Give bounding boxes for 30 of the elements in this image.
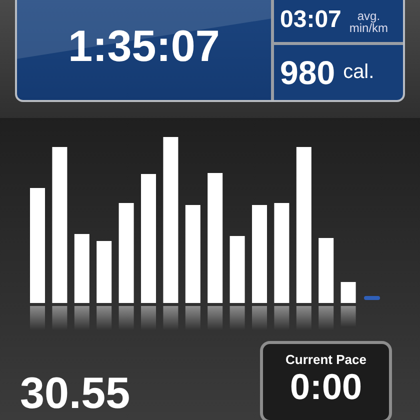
bar-reflection bbox=[185, 306, 200, 330]
pace-bar bbox=[340, 282, 356, 303]
bar-reflection bbox=[118, 306, 134, 330]
bar-reflection bbox=[252, 306, 267, 330]
calories-unit: cal. bbox=[343, 61, 374, 84]
calories-value: 980 bbox=[280, 54, 336, 92]
pace-bar bbox=[230, 236, 245, 303]
bar-reflection bbox=[74, 306, 90, 330]
bar-reflection bbox=[208, 306, 223, 330]
bar-reflection bbox=[296, 306, 312, 330]
distance-value: 30.55 bbox=[20, 372, 130, 416]
bar-reflection bbox=[163, 306, 178, 330]
bar-reflection bbox=[230, 306, 245, 330]
pace-unit: min/km bbox=[349, 22, 388, 34]
current-position-marker bbox=[364, 296, 380, 300]
pace-unit-label: avg. bbox=[357, 10, 380, 22]
average-pace: 03:07 bbox=[280, 6, 342, 34]
bar-reflection bbox=[52, 306, 68, 330]
current-pace-value: 0:00 bbox=[290, 367, 362, 407]
bar-reflection bbox=[30, 306, 45, 330]
bar-reflection bbox=[318, 306, 334, 330]
current-pace-label: Current Pace bbox=[286, 352, 366, 367]
elapsed-time: 1:35:07 bbox=[68, 22, 220, 72]
bar-reflection bbox=[96, 306, 112, 330]
pace-bar bbox=[318, 238, 334, 303]
pace-bar bbox=[96, 241, 112, 303]
bar-reflection bbox=[274, 306, 290, 330]
bar-reflection bbox=[141, 306, 156, 330]
pace-bar bbox=[74, 234, 90, 303]
bar-reflection bbox=[340, 306, 356, 327]
